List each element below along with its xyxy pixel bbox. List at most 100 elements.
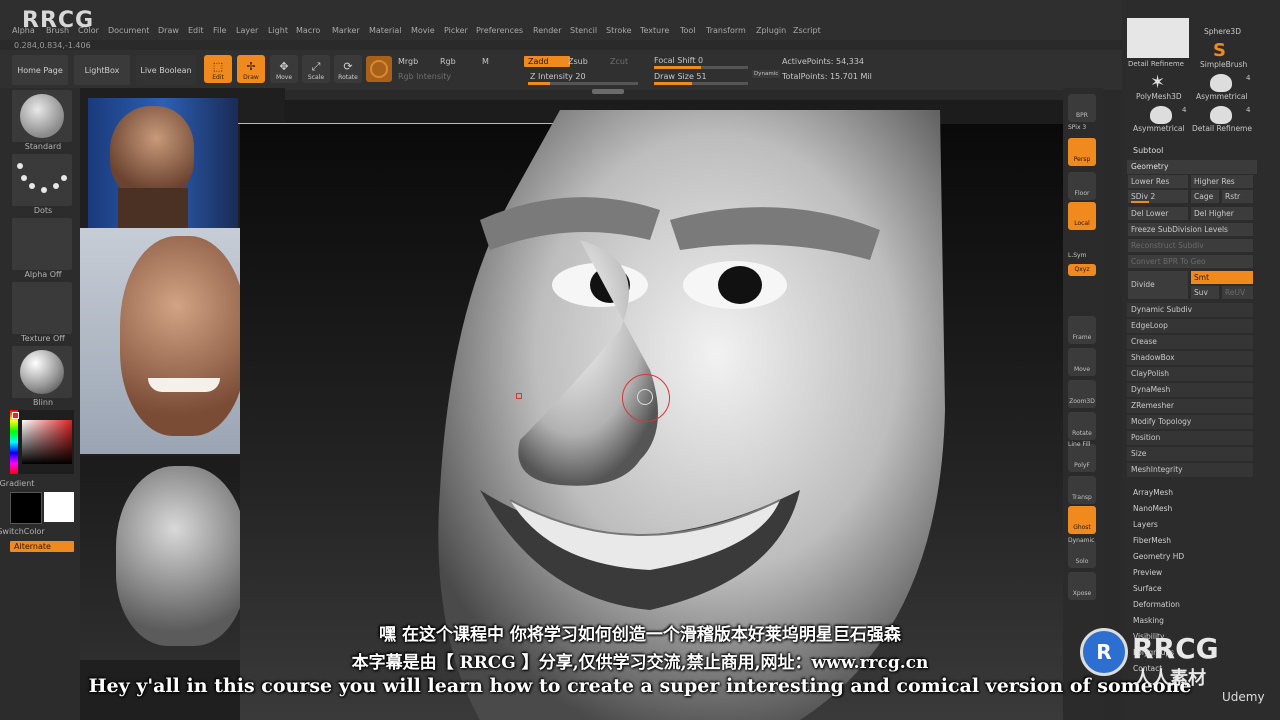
- menu-item-light[interactable]: Light: [268, 26, 288, 35]
- del-higher-button[interactable]: Del Higher: [1191, 207, 1253, 220]
- menu-item-texture[interactable]: Texture: [640, 26, 669, 35]
- reuv-button[interactable]: ReUV: [1222, 286, 1253, 299]
- freeze-subdivision-button[interactable]: Freeze SubDivision Levels: [1128, 223, 1253, 236]
- z-intensity-slider[interactable]: Z Intensity 20: [530, 72, 586, 81]
- asymmetrical-icon-2[interactable]: [1150, 106, 1172, 124]
- geometry-claypolish[interactable]: ClayPolish: [1127, 367, 1253, 381]
- texture-button[interactable]: [12, 282, 72, 334]
- rgb-toggle[interactable]: Rgb: [440, 57, 456, 66]
- geometry-modify-topology[interactable]: Modify Topology: [1127, 415, 1253, 429]
- mrgb-toggle[interactable]: Mrgb: [398, 57, 418, 66]
- shelf-xpose-button[interactable]: Xpose: [1068, 572, 1096, 600]
- shelf-scroll-handle[interactable]: [592, 89, 624, 94]
- draw-size-track[interactable]: [654, 82, 748, 85]
- polymesh3d-icon[interactable]: ✶: [1150, 72, 1165, 93]
- asymmetrical-icon-1[interactable]: [1210, 74, 1232, 92]
- menu-item-zplugin[interactable]: Zplugin: [756, 26, 786, 35]
- alternate-toggle[interactable]: Alternate: [10, 541, 74, 552]
- menu-item-transform[interactable]: Transform: [706, 26, 746, 35]
- rotate-button[interactable]: ⟳ Rotate: [334, 55, 362, 83]
- menu-item-macro[interactable]: Macro: [296, 26, 320, 35]
- suv-toggle[interactable]: Suv: [1191, 286, 1219, 299]
- material-swatch[interactable]: [366, 56, 392, 82]
- menu-item-draw[interactable]: Draw: [158, 26, 179, 35]
- menu-item-material[interactable]: Material: [369, 26, 402, 35]
- section-deformation[interactable]: Deformation: [1133, 600, 1180, 609]
- del-lower-button[interactable]: Del Lower: [1128, 207, 1188, 220]
- menu-item-layer[interactable]: Layer: [236, 26, 258, 35]
- zcut-toggle[interactable]: Zcut: [610, 57, 628, 66]
- shelf-frame-button[interactable]: Frame: [1068, 316, 1096, 344]
- hue-strip[interactable]: [10, 410, 18, 474]
- menu-item-file[interactable]: File: [213, 26, 226, 35]
- menu-item-color[interactable]: Color: [78, 26, 99, 35]
- reconstruct-subdiv-button[interactable]: Reconstruct Subdiv: [1128, 239, 1253, 252]
- divide-button[interactable]: Divide: [1128, 271, 1188, 299]
- draw-size-slider[interactable]: Draw Size 51: [654, 72, 707, 81]
- menu-item-preferences[interactable]: Preferences: [476, 26, 523, 35]
- menu-item-brush[interactable]: Brush: [46, 26, 69, 35]
- zsub-toggle[interactable]: Zsub: [568, 57, 588, 66]
- shelf-ghost-button[interactable]: Ghost: [1068, 506, 1096, 534]
- tool-thumb-detail-refinement[interactable]: [1127, 18, 1189, 58]
- focal-shift-slider[interactable]: Focal Shift 0: [654, 56, 703, 65]
- shelf-persp-button[interactable]: Persp: [1068, 138, 1096, 166]
- shelf-local-button[interactable]: Local: [1068, 202, 1096, 230]
- section-layers[interactable]: Layers: [1133, 520, 1158, 529]
- section-geometry-hd[interactable]: Geometry HD: [1133, 552, 1184, 561]
- geometry-edgeloop[interactable]: EdgeLoop: [1127, 319, 1253, 333]
- shelf-polyf-button[interactable]: PolyF: [1068, 444, 1096, 472]
- menu-item-alpha[interactable]: Alpha: [12, 26, 35, 35]
- shelf-zoom3d-button[interactable]: Zoom3D: [1068, 380, 1096, 408]
- material-button[interactable]: [12, 346, 72, 398]
- simplebrush-icon[interactable]: S: [1213, 40, 1226, 61]
- live-boolean-button[interactable]: Live Boolean: [136, 55, 196, 85]
- color-picker[interactable]: [10, 410, 74, 474]
- zadd-toggle[interactable]: Zadd: [524, 56, 570, 67]
- standard-brush-button[interactable]: [12, 90, 72, 142]
- m-toggle[interactable]: M: [482, 57, 489, 66]
- saturation-square[interactable]: [22, 420, 72, 464]
- subtool-header[interactable]: Subtool: [1133, 146, 1163, 155]
- section-fibermesh[interactable]: FiberMesh: [1133, 536, 1171, 545]
- lightbox-button[interactable]: LightBox: [74, 55, 130, 85]
- edit-button[interactable]: ⬚ Edit: [204, 55, 232, 83]
- geometry-header[interactable]: Geometry: [1127, 160, 1257, 174]
- detail-refinement-icon-2[interactable]: [1210, 106, 1232, 124]
- menu-item-movie[interactable]: Movie: [411, 26, 435, 35]
- menu-item-picker[interactable]: Picker: [444, 26, 468, 35]
- dots-stroke-button[interactable]: [12, 154, 72, 206]
- shelf-transp-button[interactable]: Transp: [1068, 476, 1096, 504]
- geometry-size[interactable]: Size: [1127, 447, 1253, 461]
- geometry-meshintegrity[interactable]: MeshIntegrity: [1127, 463, 1253, 477]
- menu-item-stroke[interactable]: Stroke: [606, 26, 632, 35]
- convert-bpr-button[interactable]: Convert BPR To Geo: [1128, 255, 1253, 268]
- move-button[interactable]: ✥ Move: [270, 55, 298, 83]
- menu-item-marker[interactable]: Marker: [332, 26, 360, 35]
- cage-button[interactable]: Cage: [1191, 190, 1219, 203]
- geometry-zremesher[interactable]: ZRemesher: [1127, 399, 1253, 413]
- geometry-position[interactable]: Position: [1127, 431, 1253, 445]
- section-surface[interactable]: Surface: [1133, 584, 1162, 593]
- shelf-spix-3-label[interactable]: SPix 3: [1068, 124, 1086, 131]
- rstr-button[interactable]: Rstr: [1222, 190, 1253, 203]
- z-intensity-track[interactable]: [528, 82, 638, 85]
- menu-item-tool[interactable]: Tool: [680, 26, 696, 35]
- menu-item-edit[interactable]: Edit: [188, 26, 204, 35]
- alpha-button[interactable]: [12, 218, 72, 270]
- home-page-button[interactable]: Home Page: [12, 55, 68, 85]
- shelf-qxyz-button[interactable]: Qxyz: [1068, 264, 1096, 276]
- secondary-color-swatch[interactable]: [44, 492, 74, 522]
- menu-item-zscript[interactable]: Zscript: [793, 26, 821, 35]
- primary-color-swatch[interactable]: [10, 492, 42, 524]
- dynamic-toggle[interactable]: Dynamic: [752, 70, 781, 78]
- focal-shift-track[interactable]: [654, 66, 748, 69]
- lower-res-button[interactable]: Lower Res: [1128, 175, 1188, 188]
- rgb-intensity-slider[interactable]: Rgb Intensity: [398, 72, 451, 81]
- switch-color-button[interactable]: SwitchColor: [0, 527, 64, 536]
- geometry-dynamesh[interactable]: DynaMesh: [1127, 383, 1253, 397]
- geometry-dynamic-subdiv[interactable]: Dynamic Subdiv: [1127, 303, 1253, 317]
- smt-toggle[interactable]: Smt: [1191, 271, 1253, 284]
- section-nanomesh[interactable]: NanoMesh: [1133, 504, 1172, 513]
- shelf-move-button[interactable]: Move: [1068, 348, 1096, 376]
